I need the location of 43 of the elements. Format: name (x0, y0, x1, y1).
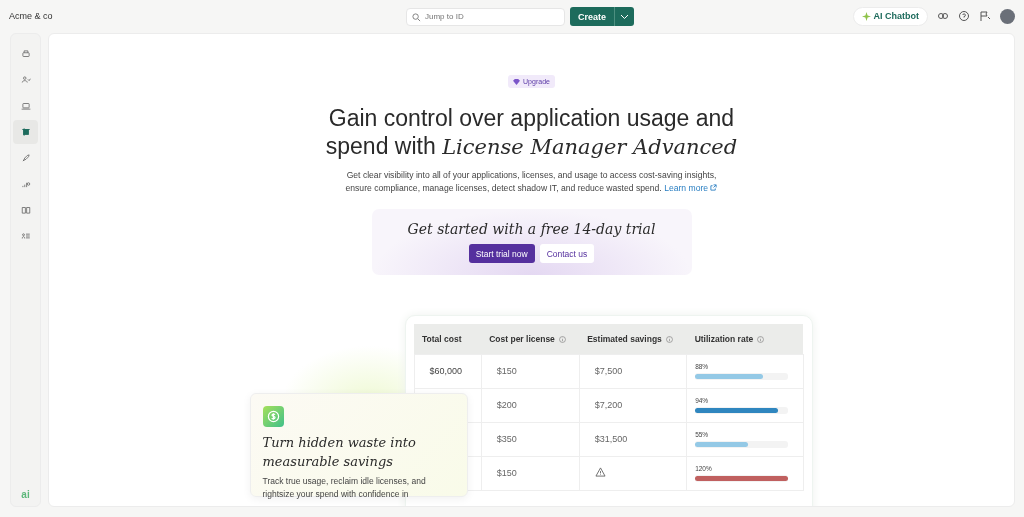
table-cell: $7,500 (579, 354, 687, 389)
feature-title: Turn hidden waste into measurable savings (262, 433, 417, 471)
table-cell: $200 (481, 388, 580, 423)
laptop-icon (20, 101, 31, 111)
help-icon[interactable] (958, 10, 970, 22)
people-icon (20, 75, 31, 85)
create-dropdown-button[interactable] (614, 7, 634, 26)
chevron-down-icon (620, 13, 629, 20)
search-icon (412, 12, 421, 22)
sidebar-item[interactable] (13, 120, 38, 144)
contact-button[interactable]: Contact us (539, 244, 595, 263)
table-cell: $7,200 (579, 388, 687, 423)
table-cell: $150 (481, 354, 580, 389)
integrations-icon[interactable] (937, 10, 949, 22)
printer-icon (20, 49, 31, 59)
dollar-icon (262, 405, 284, 427)
column-header: Utilization rate (686, 323, 803, 355)
book-icon (20, 205, 31, 215)
table-cell: $31,500 (579, 422, 687, 457)
start-trial-button[interactable]: Start trial now (468, 244, 535, 263)
feature-text: Track true usage, reclaim idle licenses, and rightsize your spend with confidence in (262, 474, 427, 501)
description-text: Get clear visibility into all of your applications, licenses, and usage to access cost-saving insights, ensure compliance, manage licenses, detect shadow IT, and reduce wasted spend. Learn more (344, 169, 719, 195)
warning-icon (594, 467, 606, 478)
page-heading: Gain control over application usage and spend with License Manager Advanced (324, 104, 739, 161)
ai-logo: ai (21, 489, 30, 500)
chart-icon (20, 179, 31, 189)
create-button[interactable]: Create (570, 7, 614, 26)
trial-title: Get started with a free 14-day trial (407, 221, 656, 237)
list-icon (20, 231, 31, 241)
flag-icon[interactable] (979, 10, 991, 22)
sparkle-icon (861, 11, 871, 21)
table-cell: $350 (481, 422, 580, 457)
table-cell: $150 (481, 456, 580, 491)
search-field[interactable]: Jump to ID (406, 7, 565, 26)
column-header: Total cost (414, 323, 482, 355)
external-link-icon (710, 184, 718, 191)
user-avatar[interactable] (1000, 8, 1015, 24)
chatbot-button[interactable]: AI Chatbot (852, 6, 928, 26)
learn-more-link[interactable]: Learn more (664, 183, 718, 193)
table-cell: $60,000 (414, 354, 482, 389)
org-name: Acme & co (9, 11, 53, 21)
column-header: Cost per license (481, 323, 580, 355)
column-header: Estimated savings (579, 323, 687, 355)
